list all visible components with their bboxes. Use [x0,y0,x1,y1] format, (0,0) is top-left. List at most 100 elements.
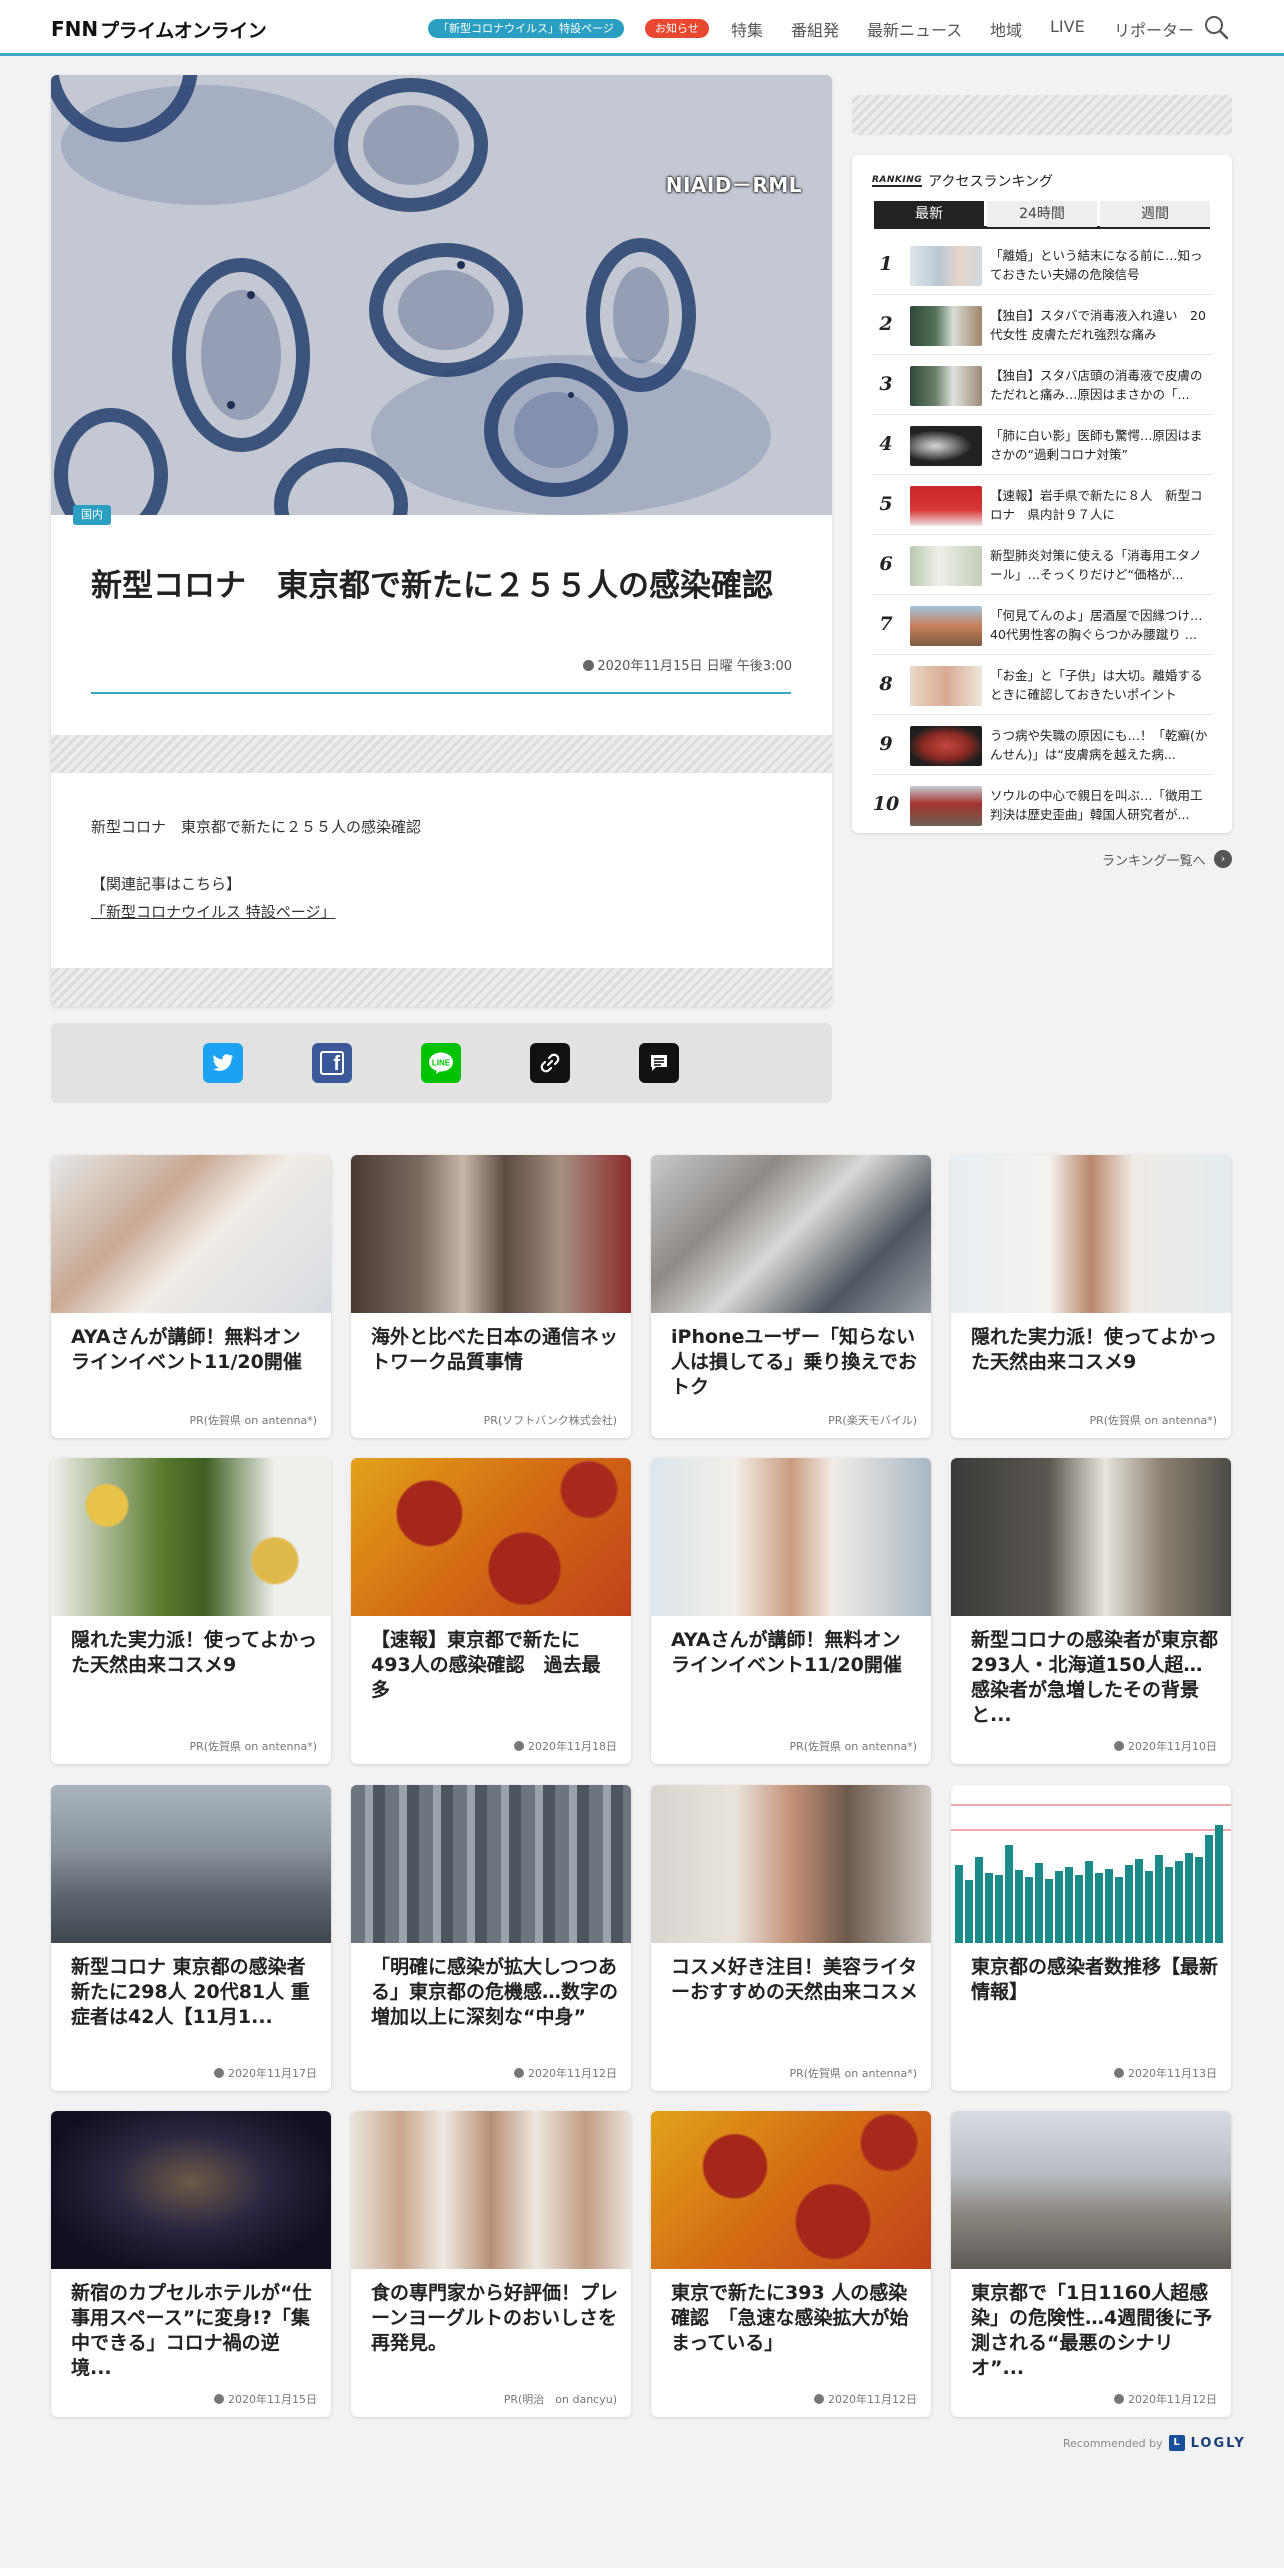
ranking-item-5[interactable]: 5 【速報】岩手県で新たに８人 新型コロナ 県内計９７人に [872,475,1212,535]
ranking-thumbnail [910,666,982,706]
recommend-card-12[interactable]: 東京都の感染者数推移【最新情報】 2020年11月13日 [951,1785,1231,2091]
tab-weekly[interactable]: 週間 [1100,201,1210,227]
card-meta: 2020年11月12日 [814,2391,917,2407]
ranking-item-7[interactable]: 7 「何見てんのよ」居酒屋で因縁つけ…40代男性客の胸ぐらつかみ腰蹴り ... [872,595,1212,655]
ranking-item-9[interactable]: 9 うつ病や失職の原因にも…！「乾癬(かんせん)」は“皮膚病を越えた病... [872,715,1212,775]
card-title: 【速報】東京都で新たに493人の感染確認 過去最多 [371,1629,601,1701]
corona-special-pill[interactable]: 「新型コロナウイルス」特設ページ [428,19,624,38]
line-icon[interactable]: LINE [421,1043,461,1083]
card-image [351,1458,631,1616]
ranking-text: 「何見てんのよ」居酒屋で因縁つけ…40代男性客の胸ぐらつかみ腰蹴り ... [990,608,1203,642]
rank-number: 9 [879,733,893,755]
article-date: 2020年11月15日 日曜 午後3:00 [583,655,792,674]
clock-icon [583,660,595,671]
recommend-card-9[interactable]: 新型コロナ 東京都の感染者新たに298人 20代81人 重症者は42人【11月1… [51,1785,331,2091]
ranking-item-2[interactable]: 2 【独自】スタバで消毒液入れ違い 20代女性 皮膚ただれ強烈な痛み [872,295,1212,355]
card-title: 新型コロナの感染者が東京都293人・北海道150人超…感染者が急増したその背景と… [971,1629,1219,1726]
recommended-label: Recommended by [1063,2436,1163,2450]
twitter-icon[interactable] [203,1043,243,1083]
ranking-thumbnail [910,726,982,766]
recommend-card-15[interactable]: 東京で新たに393 人の感染確認 「急速な感染拡大が始まっている」 2020年1… [651,2111,931,2417]
card-image [651,1785,931,1943]
title-divider [91,692,791,694]
svg-text:LINE: LINE [432,1059,451,1068]
card-title: iPhoneユーザー「知らない人は損してる」乗り換えでおトク [671,1326,917,1398]
recommend-card-8[interactable]: 新型コロナの感染者が東京都293人・北海道150人超…感染者が急増したその背景と… [951,1458,1231,1764]
tab-24h[interactable]: 24時間 [987,201,1097,227]
card-image [951,1785,1231,1943]
recommend-card-6[interactable]: 【速報】東京都で新たに493人の感染確認 過去最多 2020年11月18日 [351,1458,631,1764]
card-title: 東京都で「1日1160人超感染」の危険性…4週間後に予測される“最悪のシナリオ”… [971,2282,1213,2379]
recommend-card-4[interactable]: 隠れた実力派！使ってよかった天然由来コスメ9 PR(佐賀県 on antenna… [951,1155,1231,1438]
recommend-card-5[interactable]: 隠れた実力派！使ってよかった天然由来コスメ9 PR(佐賀県 on antenna… [51,1458,331,1764]
related-label: 【関連記事はこちら】 [91,875,242,893]
card-image [651,2111,931,2269]
article-title: 新型コロナ 東京都で新たに２５５人の感染確認 [91,568,773,604]
card-title: 「明確に感染が拡大しつつある」東京都の危機感…数字の増加以上に深刻な“中身” [371,1956,619,2028]
ranking-item-10[interactable]: 10 ソウルの中心で親日を叫ぶ…「徴用工判決は歴史歪曲」韓国人研究者が... [872,775,1212,835]
recommend-card-11[interactable]: コスメ好き注目！美容ライターおすすめの天然由来コスメ PR(佐賀県 on ant… [651,1785,931,2091]
card-title: AYAさんが講師！無料オンラインイベント11/20開催 [671,1629,902,1676]
recommend-card-10[interactable]: 「明確に感染が拡大しつつある」東京都の危機感…数字の増加以上に深刻な“中身” 2… [351,1785,631,2091]
image-credit: NIAID－RML [665,173,802,197]
card-meta: PR(佐賀県 on antenna*) [789,2067,917,2080]
link-icon[interactable] [530,1043,570,1083]
chevron-right-icon[interactable]: › [1214,850,1232,868]
card-title: AYAさんが講師！無料オンラインイベント11/20開催 [71,1326,302,1373]
ranking-item-3[interactable]: 3 【独自】スタバ店頭の消毒液で皮膚のただれと痛み…原因はまさかの「... [872,355,1212,415]
nav-reporter[interactable]: リポーター [1114,17,1194,41]
logly-logo-text: LOGLY [1190,2435,1246,2451]
rank-number: 7 [879,613,893,635]
recommend-card-16[interactable]: 東京都で「1日1160人超感染」の危険性…4週間後に予測される“最悪のシナリオ”… [951,2111,1231,2417]
nav-feature[interactable]: 特集 [731,17,763,41]
logo-prefix: FNN [51,17,99,41]
recommended-by[interactable]: Recommended by L LOGLY [1063,2435,1246,2451]
nav-programs[interactable]: 番組発 [791,17,839,41]
card-title: 新宿のカプセルホテルが“仕事用スペース”に変身!?「集中できる」コロナ禍の逆境.… [71,2282,312,2379]
nav-live[interactable]: LIVE [1050,17,1085,36]
clock-icon [1114,2394,1124,2404]
ranking-thumbnail [910,786,982,826]
site-header: FNN プライムオンライン 「新型コロナウイルス」特設ページ お知らせ 特集 番… [0,0,1284,56]
facebook-icon[interactable]: f [312,1043,352,1083]
recommend-card-14[interactable]: 食の専門家から好評価！プレーンヨーグルトのおいしさを再発見。 PR(明治 on … [351,2111,631,2417]
ad-placeholder [852,95,1232,135]
rank-number: 1 [879,253,893,275]
ranking-item-1[interactable]: 1 「離婚」という結末になる前に…知っておきたい夫婦の危険信号 [872,235,1212,295]
ranking-item-6[interactable]: 6 新型肺炎対策に使える「消毒用エタノール」…そっくりだけど“価格が... [872,535,1212,595]
hatch-divider-top [51,735,832,773]
card-meta: 2020年11月10日 [1114,1738,1217,1754]
ranking-text: 【速報】岩手県で新たに８人 新型コロナ 県内計９７人に [990,488,1203,522]
ranking-text: 【独自】スタバで消毒液入れ違い 20代女性 皮膚ただれ強烈な痛み [990,308,1206,342]
recommend-card-13[interactable]: 新宿のカプセルホテルが“仕事用スペース”に変身!?「集中できる」コロナ禍の逆境.… [51,2111,331,2417]
comment-icon[interactable] [639,1043,679,1083]
nav-latest-news[interactable]: 最新ニュース [867,17,962,41]
rank-number: 3 [879,373,893,395]
card-title: 東京で新たに393 人の感染確認 「急速な感染拡大が始まっている」 [671,2282,909,2354]
recommend-card-1[interactable]: AYAさんが講師！無料オンラインイベント11/20開催 PR(佐賀県 on an… [51,1155,331,1438]
rank-number: 8 [879,673,893,695]
site-logo[interactable]: FNN プライムオンライン [51,17,267,42]
category-badge[interactable]: 国内 [73,505,111,525]
ranking-item-8[interactable]: 8 「お金」と「子供」は大切。離婚するときに確認しておきたいポイント [872,655,1212,715]
card-image [51,1155,331,1313]
ranking-thumbnail [910,606,982,646]
ranking-more-link[interactable]: ランキング一覧へ [1102,850,1206,869]
recommend-card-3[interactable]: iPhoneユーザー「知らない人は損してる」乗り換えでおトク PR(楽天モバイル… [651,1155,931,1438]
related-link[interactable]: 「新型コロナウイルス 特設ページ」 [91,901,335,922]
nav-regional[interactable]: 地域 [990,17,1022,41]
card-image [51,1785,331,1943]
card-title: コスメ好き注目！美容ライターおすすめの天然由来コスメ [671,1956,919,2003]
recommend-card-2[interactable]: 海外と比べた日本の通信ネットワーク品質事情 PR(ソフトバンク株式会社) [351,1155,631,1438]
notice-pill[interactable]: お知らせ [645,19,709,38]
card-meta: PR(明治 on dancyu) [503,2393,617,2406]
search-icon[interactable] [1203,14,1229,40]
recommend-card-7[interactable]: AYAさんが講師！無料オンラインイベント11/20開催 PR(佐賀県 on an… [651,1458,931,1764]
ranking-item-4[interactable]: 4 「肺に白い影」医師も驚愕…原因はまさかの“過剰コロナ対策” [872,415,1212,475]
card-image [51,2111,331,2269]
logo-text: プライムオンライン [100,19,267,42]
tab-latest[interactable]: 最新 [874,201,984,227]
hatch-divider-bottom [51,968,832,1007]
card-meta: PR(佐賀県 on antenna*) [1089,1414,1217,1427]
clock-icon [1114,1741,1124,1751]
